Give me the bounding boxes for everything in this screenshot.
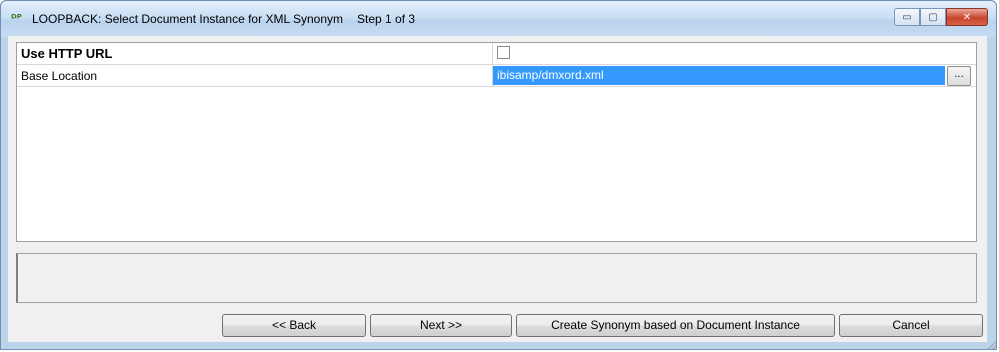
browse-button[interactable]: ...	[947, 66, 971, 86]
maximize-icon: ▢	[928, 11, 938, 23]
create-synonym-button[interactable]: Create Synonym based on Document Instanc…	[516, 314, 835, 337]
use-http-url-label: Use HTTP URL	[21, 46, 113, 61]
close-button[interactable]: ✕	[946, 8, 988, 26]
resize-grip[interactable]	[986, 339, 996, 349]
window-controls: ▭ ▢ ✕	[894, 8, 988, 28]
base-location-label: Base Location	[21, 69, 98, 83]
maximize-button[interactable]: ▢	[920, 8, 946, 26]
column-divider	[492, 43, 493, 65]
message-panel	[16, 253, 977, 303]
cancel-button[interactable]: Cancel	[839, 314, 983, 337]
close-icon: ✕	[962, 11, 972, 23]
base-location-input[interactable]: ibisamp/dmxord.xml	[493, 66, 945, 85]
minimize-button[interactable]: ▭	[894, 8, 920, 26]
app-icon: ᴰᴾ	[11, 12, 22, 25]
property-row-use-http-url: Use HTTP URL	[17, 43, 976, 65]
back-button[interactable]: << Back	[222, 314, 366, 337]
title-bar[interactable]: ᴰᴾ LOOPBACK: Select Document Instance fo…	[1, 1, 996, 37]
minimize-icon: ▭	[902, 11, 912, 23]
wizard-step-indicator: Step 1 of 3	[357, 12, 416, 26]
next-button[interactable]: Next >>	[370, 314, 512, 337]
window-title-text: LOOPBACK: Select Document Instance for X…	[32, 12, 344, 26]
use-http-url-checkbox[interactable]	[497, 46, 510, 59]
property-grid: Use HTTP URL Base Location ibisamp/dmxor…	[16, 42, 977, 242]
property-row-base-location: Base Location ibisamp/dmxord.xml ...	[17, 65, 976, 87]
window-title: LOOPBACK: Select Document Instance for X…	[32, 12, 415, 26]
